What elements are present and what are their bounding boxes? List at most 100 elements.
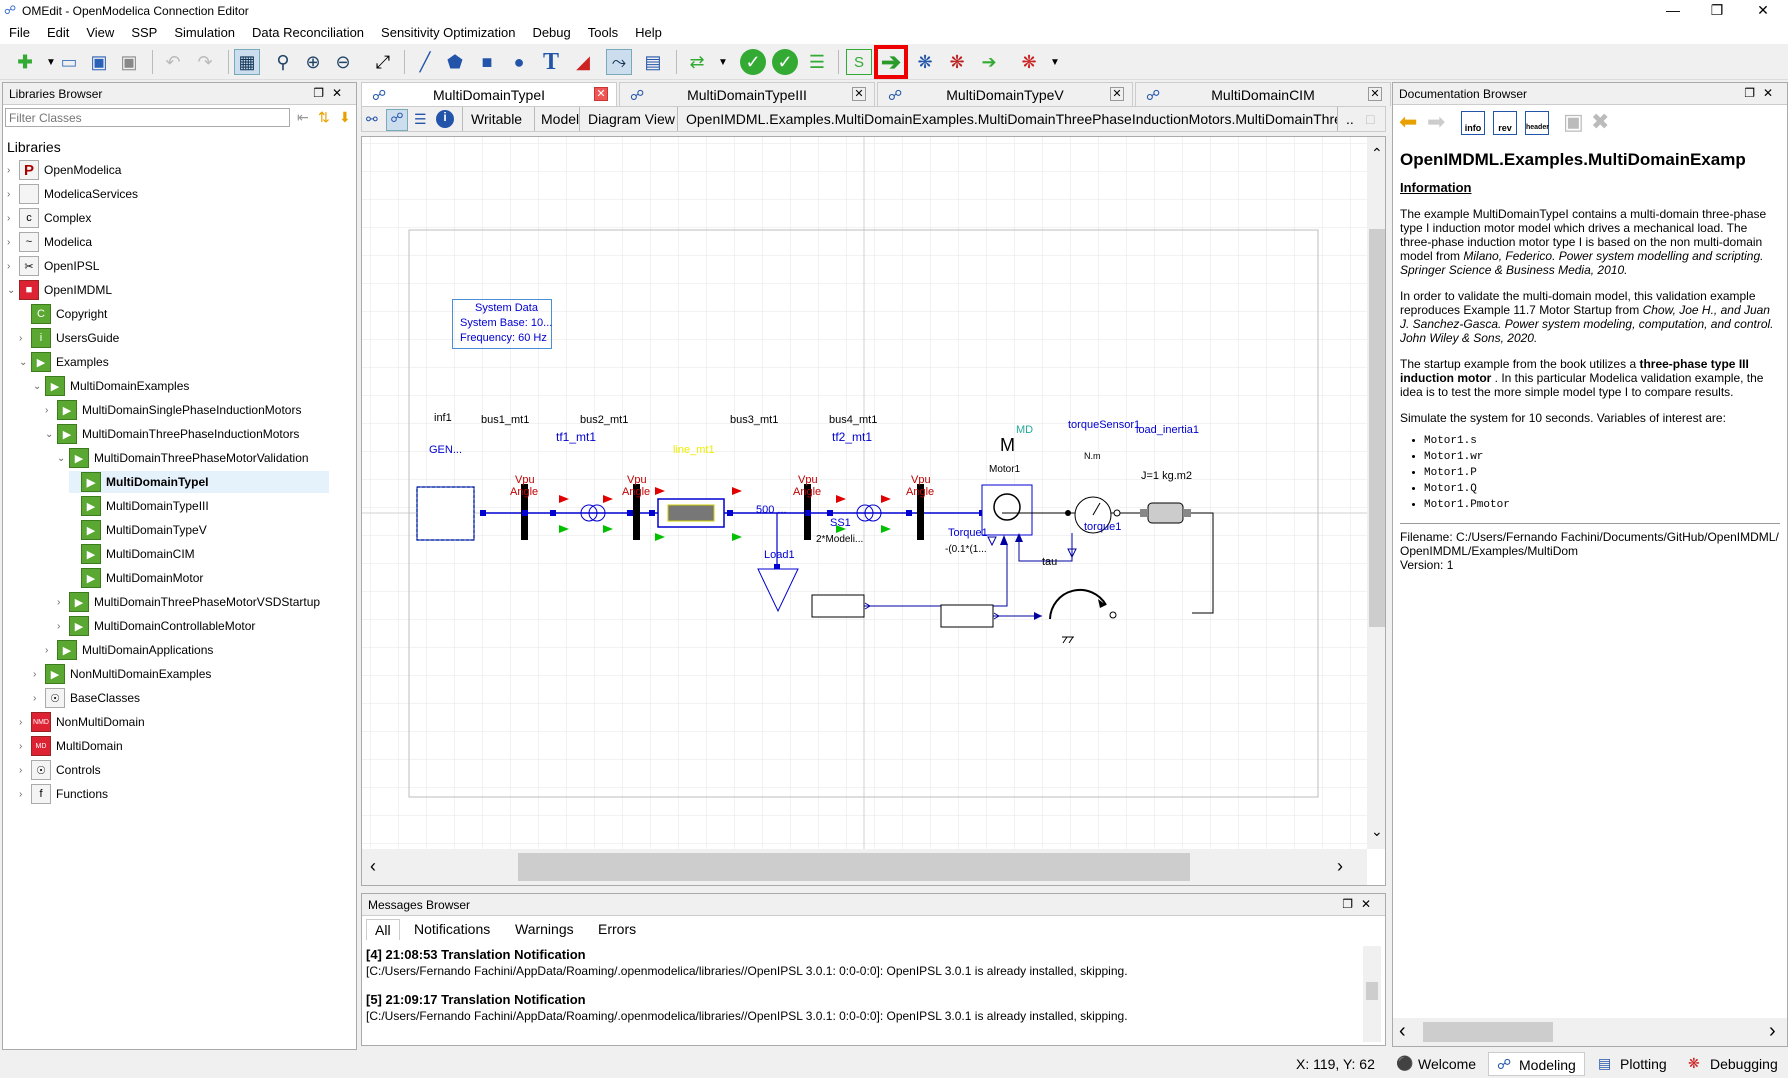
transition-mode-icon[interactable]: ▤ [640, 49, 666, 75]
close-tab-icon[interactable]: ✕ [1110, 87, 1124, 101]
expand-icon[interactable]: ⬇ [339, 109, 351, 126]
perspective-welcome[interactable]: ⚫ Welcome [1388, 1052, 1484, 1076]
redo-icon[interactable]: ↷ [192, 49, 218, 75]
open-icon[interactable]: ▭ [56, 49, 82, 75]
expand-arrow-icon[interactable]: ⌄ [45, 429, 57, 440]
simulate-algorithmic-debugger-icon[interactable]: ❋ [944, 49, 970, 75]
line-icon[interactable]: ╱ [412, 49, 438, 75]
panel-buttons[interactable]: ❐✕ [1342, 897, 1379, 911]
perspective-plotting[interactable]: ▤ Plotting [1590, 1052, 1675, 1076]
tf2-label[interactable]: tf2_mt1 [832, 430, 872, 444]
perspective-debugging[interactable]: ❋ Debugging [1680, 1052, 1786, 1076]
check-dropdown-icon[interactable]: ▼ [710, 49, 736, 75]
expand-arrow-icon[interactable]: ⌄ [57, 453, 69, 464]
scroll-left-icon[interactable]: ‹ [370, 856, 376, 877]
load-inertia-label[interactable]: load_inertia1 [1136, 424, 1199, 436]
ellipse-icon[interactable]: ● [506, 49, 532, 75]
diagram-view-icon[interactable]: ☍ [386, 109, 408, 131]
back-icon[interactable]: ⬅ [1399, 109, 1417, 135]
close-tab-icon[interactable]: ✕ [852, 87, 866, 101]
expand-arrow-icon[interactable]: › [7, 213, 19, 224]
expand-arrow-icon[interactable]: › [45, 645, 57, 656]
scroll-right-icon[interactable]: › [1337, 856, 1343, 877]
tree-item[interactable]: › ModelicaServices [7, 183, 138, 205]
doc-hscrollbar[interactable]: ‹ › [1393, 1018, 1787, 1046]
collapse-all-icon[interactable]: ⇤ [297, 109, 309, 126]
edit-revisions-button[interactable]: rev [1493, 111, 1517, 135]
sort-icon[interactable]: ⇅ [318, 109, 330, 126]
doc-scroll-thumb[interactable] [1423, 1022, 1553, 1042]
zoom-in-icon[interactable]: ⊕ [300, 49, 326, 75]
icon-view-icon[interactable]: ⚯ [366, 111, 378, 128]
undo-icon[interactable]: ↶ [160, 49, 186, 75]
tree-item[interactable]: ▶ MultiDomainTypeV [69, 519, 207, 541]
text-icon[interactable]: T [538, 49, 564, 75]
scroll-down-icon[interactable]: ⌄ [1371, 823, 1383, 840]
edit-header-button[interactable]: header [1525, 111, 1549, 135]
check-all-icon[interactable]: ⇄ [684, 49, 710, 75]
expand-arrow-icon[interactable]: › [33, 669, 45, 680]
scroll-left-icon[interactable]: ‹ [1399, 1020, 1406, 1043]
tree-item[interactable]: › ~ Modelica [7, 231, 92, 253]
scroll-up-icon[interactable]: ⌃ [1371, 145, 1383, 162]
menu-debug[interactable]: Debug [523, 22, 578, 40]
grid-icon[interactable]: ▦ [234, 49, 260, 75]
tree-item[interactable]: ▶ MultiDomainTypeIII [69, 495, 209, 517]
tree-item[interactable]: ▶ MultiDomainTypeI [69, 471, 329, 493]
perspective-modeling[interactable]: ☍ Modeling [1488, 1052, 1585, 1076]
expand-arrow-icon[interactable]: › [7, 237, 19, 248]
edit-info-button[interactable]: info [1461, 111, 1485, 135]
torque-sensor-label[interactable]: torqueSensor1 [1068, 419, 1140, 431]
debug-icon[interactable]: ❋ [1016, 49, 1042, 75]
expand-arrow-icon[interactable]: › [19, 717, 31, 728]
load-name-label[interactable]: Load1 [764, 549, 795, 561]
tab-notifications[interactable]: Notifications [406, 919, 498, 939]
tree-item[interactable]: ⌄ ▶ MultiDomainThreePhaseInductionMotors [45, 423, 299, 445]
tree-item[interactable]: › ☉ Controls [19, 759, 101, 781]
bus3-label[interactable]: bus3_mt1 [730, 414, 778, 426]
rectangle-icon[interactable]: ■ [474, 49, 500, 75]
expand-arrow-icon[interactable]: ⌄ [19, 357, 31, 368]
documentation-view-icon[interactable]: i [436, 110, 454, 128]
bus4-label[interactable]: bus4_mt1 [829, 414, 877, 426]
save-icon[interactable]: ▣ [86, 49, 112, 75]
expand-arrow-icon[interactable]: ⌄ [33, 381, 45, 392]
minimize-button[interactable]: — [1658, 2, 1688, 18]
maximize-button[interactable]: ❐ [1702, 2, 1732, 19]
fit-icon[interactable]: ⤢ [370, 49, 396, 75]
editor-tab[interactable]: ☍ MultiDomainCIM ✕ [1135, 82, 1391, 106]
simulate-animation-icon[interactable]: ➔ [976, 49, 1002, 75]
forward-icon[interactable]: ➡ [1427, 109, 1445, 135]
vertical-scroll-thumb[interactable] [1369, 229, 1385, 627]
tree-item[interactable]: › ▶ MultiDomainSinglePhaseInductionMotors [45, 399, 301, 421]
tf1-label[interactable]: tf1_mt1 [556, 430, 596, 444]
expand-arrow-icon[interactable]: ⌄ [7, 285, 19, 296]
bus1-label[interactable]: bus1_mt1 [481, 414, 529, 426]
expand-arrow-icon[interactable]: › [57, 621, 69, 632]
menu-ssp[interactable]: SSP [122, 22, 165, 40]
editor-tab[interactable]: ☍ MultiDomainTypeI ✕ [361, 82, 617, 106]
tree-item[interactable]: › i UsersGuide [19, 327, 119, 349]
menu-edit[interactable]: Edit [38, 22, 77, 40]
cancel-doc-icon[interactable]: ✖ [1591, 109, 1609, 135]
expand-arrow-icon[interactable]: › [19, 333, 31, 344]
save-doc-icon[interactable]: ▣ [1563, 109, 1584, 135]
horizontal-scrollbar[interactable]: ‹ › [362, 849, 1367, 885]
connect-mode-icon[interactable]: ⤳ [606, 49, 632, 75]
expand-arrow-icon[interactable]: › [7, 165, 19, 176]
scroll-right-icon[interactable]: › [1769, 1020, 1776, 1043]
tree-item[interactable]: › NMD NonMultiDomain [19, 711, 145, 733]
menu-file[interactable]: File [0, 22, 38, 40]
expand-arrow-icon[interactable]: › [19, 765, 31, 776]
menu-simulation[interactable]: Simulation [165, 22, 243, 40]
messages-scrollbar[interactable] [1363, 946, 1381, 1042]
expand-arrow-icon[interactable]: › [7, 189, 19, 200]
tree-item[interactable]: ⌄ ▶ MultiDomainExamples [33, 375, 189, 397]
zoom-out-icon[interactable]: ⊖ [330, 49, 356, 75]
tree-item[interactable]: › ✂ OpenIPSL [7, 255, 99, 277]
tree-item[interactable]: › c Complex [7, 207, 91, 229]
menu-view[interactable]: View [77, 22, 122, 40]
vertical-scrollbar[interactable]: ⌃ ⌄ [1367, 137, 1385, 849]
tab-warnings[interactable]: Warnings [507, 919, 582, 939]
panel-buttons[interactable]: ❐✕ [313, 86, 350, 100]
